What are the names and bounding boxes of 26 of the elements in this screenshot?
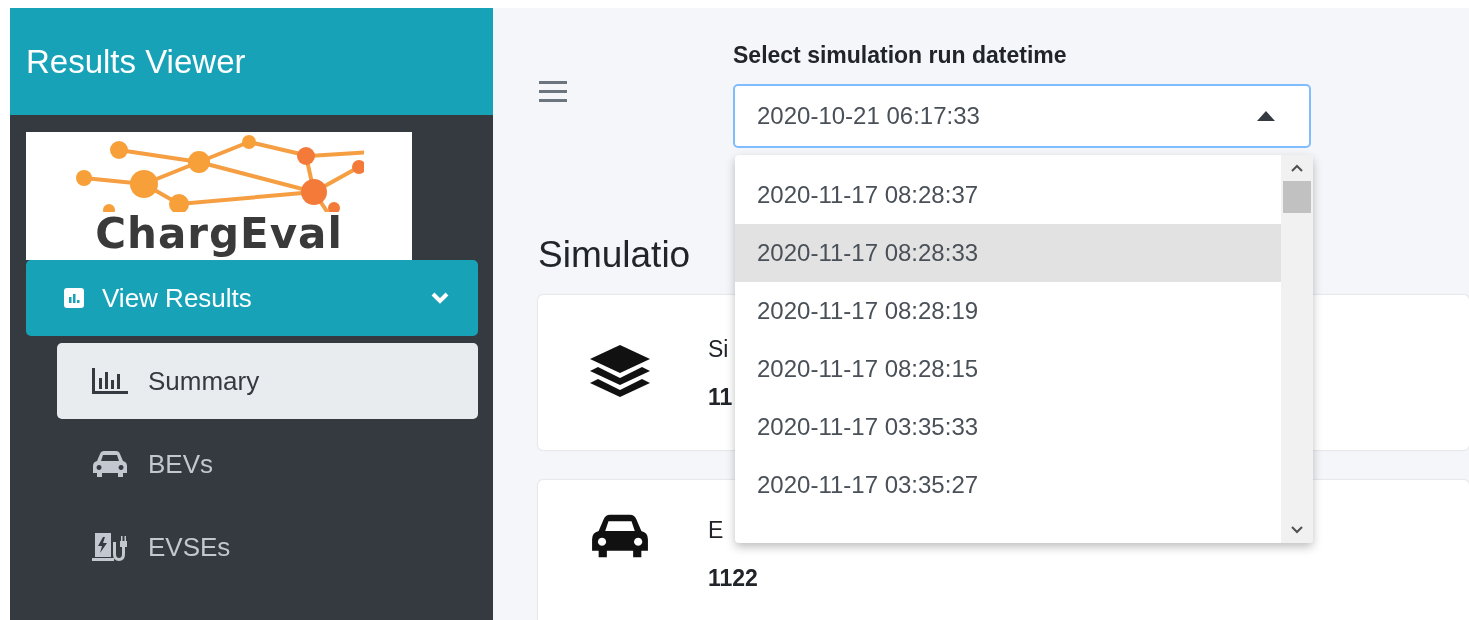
- section-heading: Simulatio: [538, 233, 691, 277]
- menu-icon[interactable]: [539, 80, 567, 102]
- submenu-item[interactable]: EVSEs: [57, 509, 478, 585]
- car-icon: [590, 513, 650, 559]
- charging-station-icon: [92, 532, 128, 562]
- caret-up-icon: [1257, 111, 1275, 121]
- chevron-down-icon: [430, 291, 450, 305]
- card-label: Si: [708, 334, 729, 364]
- dropdown-option[interactable]: 2020-11-17 08:28:33: [735, 224, 1281, 282]
- card-label: E: [708, 516, 724, 545]
- logo-text: ChargEval: [95, 212, 343, 256]
- submenu-item[interactable]: Summary: [57, 343, 478, 419]
- submenu-item[interactable]: BEVs: [57, 426, 478, 502]
- chart-icon: [64, 288, 84, 308]
- scroll-thumb[interactable]: [1283, 181, 1311, 213]
- card-value: 1122: [708, 564, 758, 593]
- scroll-up-icon[interactable]: [1290, 163, 1304, 173]
- card-value: 11: [708, 382, 733, 412]
- network-icon: [74, 132, 364, 212]
- field-label: Select simulation run datetime: [733, 41, 1068, 70]
- car-icon: [92, 450, 128, 478]
- scrollbar[interactable]: [1281, 155, 1313, 543]
- app-title: Results Viewer: [26, 41, 246, 82]
- scroll-down-icon[interactable]: [1290, 525, 1304, 535]
- select-field[interactable]: 2020-10-21 06:17:33: [733, 84, 1311, 148]
- bar-chart-icon: [92, 368, 128, 394]
